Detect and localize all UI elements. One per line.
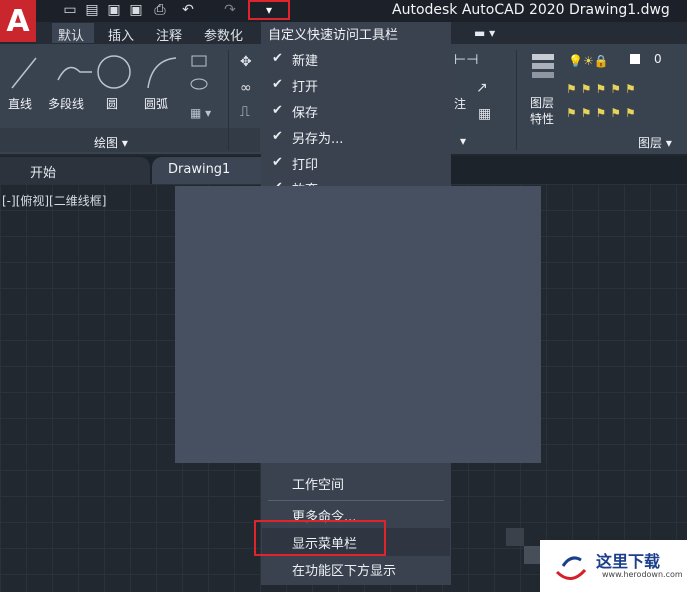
qat-customize-dropdown-button[interactable]: ▾ — [248, 0, 290, 20]
ellipse-tool-icon — [190, 78, 208, 90]
check-icon: ✔ — [272, 77, 283, 92]
hatch-tool-icon[interactable]: ▦ ▾ — [190, 106, 211, 120]
watermark-url: www.herodown.com — [602, 570, 683, 579]
draw-panel-label[interactable]: 绘图 ▾ — [94, 134, 128, 151]
circle-tool-icon — [97, 55, 131, 89]
layer-properties-label-1[interactable]: 图层 — [530, 94, 554, 111]
qat-customize-menu — [261, 22, 451, 194]
check-icon: ✔ — [272, 129, 283, 144]
copy-tool-icon[interactable]: ∞ — [240, 80, 252, 96]
layer-state-icons[interactable]: 💡☀🔒 — [568, 54, 609, 68]
table-icon[interactable]: ▦ — [478, 106, 491, 122]
menu-item-show-below-ribbon[interactable]: 在功能区下方显示 — [292, 560, 396, 579]
annotate-tool-label[interactable]: 注 — [454, 95, 466, 112]
layer-properties-label-2[interactable]: 特性 — [530, 110, 554, 127]
redo-icon[interactable]: ↷ — [222, 2, 238, 18]
dimension-icon[interactable]: ⊢⊣ — [454, 52, 478, 68]
arc-tool-icon — [147, 57, 177, 89]
viewport-controls[interactable]: [-][俯视][二维线框] — [2, 192, 106, 209]
arc-tool-label[interactable]: 圆弧 — [144, 95, 168, 112]
ribbon-separator — [516, 50, 517, 150]
menu-overflow-panel — [175, 186, 541, 463]
line-tool-label[interactable]: 直线 — [8, 95, 32, 112]
layer-properties-icon[interactable] — [526, 50, 560, 84]
tab-options-icon[interactable]: ▬ ▾ — [474, 26, 495, 40]
highlight-box — [254, 520, 386, 556]
menu-item-open[interactable]: 打开 — [292, 76, 318, 95]
open-file-icon[interactable]: ▤ — [84, 2, 100, 18]
autocad-logo-icon[interactable]: A — [0, 0, 36, 42]
menu-title: 自定义快速访问工具栏 — [268, 28, 399, 43]
undo-icon[interactable]: ↶ — [180, 2, 196, 18]
menu-item-save[interactable]: 保存 — [292, 102, 318, 121]
rectangle-tool-icon — [191, 55, 207, 67]
line-tool-icon — [11, 57, 37, 89]
circle-tool-label[interactable]: 圆 — [106, 95, 118, 112]
move-tool-icon[interactable]: ✥ — [240, 54, 252, 70]
check-icon: ✔ — [272, 103, 283, 118]
pixelated-block — [506, 564, 524, 582]
polyline-tool-icon — [57, 66, 92, 81]
stretch-tool-icon[interactable]: ⎍ — [240, 104, 250, 120]
chevron-down-icon: ▾ — [265, 3, 273, 17]
menu-divider — [268, 500, 444, 501]
save-as-icon[interactable]: ▣ — [128, 2, 144, 18]
menu-item-print[interactable]: 打印 — [292, 154, 318, 173]
file-tab-start-label: 开始 — [30, 166, 57, 181]
app-title: Autodesk AutoCAD 2020 Drawing1.dwg — [392, 2, 670, 18]
layer-panel-label[interactable]: 图层 ▾ — [638, 134, 672, 151]
layer-color-swatch — [630, 54, 640, 64]
tab-annotate[interactable]: 注释 — [156, 25, 182, 44]
watermark-logo-icon — [555, 556, 587, 580]
menu-item-workspace[interactable]: 工作空间 — [292, 474, 344, 493]
layer-tools-row-2[interactable]: ⚑⚑⚑⚑⚑ — [566, 106, 640, 120]
file-tab-drawing1-label: Drawing1 — [168, 162, 231, 177]
tab-default[interactable]: 默认 — [58, 25, 84, 44]
annotate-panel-chevron[interactable]: ▾ — [460, 134, 466, 148]
pixelated-block — [506, 528, 524, 546]
draw-tool-icons — [11, 55, 208, 90]
polyline-tool-label[interactable]: 多段线 — [48, 95, 84, 112]
print-icon[interactable]: ⎙ — [152, 2, 168, 18]
tab-parametric[interactable]: 参数化 — [204, 25, 243, 44]
menu-item-save-as[interactable]: 另存为... — [292, 128, 343, 147]
leader-icon[interactable]: ↗ — [476, 80, 488, 96]
menu-item-new[interactable]: 新建 — [292, 50, 318, 69]
layer-tools-row-1[interactable]: ⚑⚑⚑⚑⚑ — [566, 82, 640, 96]
tab-insert[interactable]: 插入 — [108, 25, 134, 44]
ribbon-separator — [228, 50, 229, 150]
new-file-icon[interactable]: ▭ — [62, 2, 78, 18]
check-icon: ✔ — [272, 155, 283, 170]
draw-panel-footer — [0, 128, 260, 152]
current-layer-name[interactable]: 0 — [654, 52, 662, 66]
file-tab-start[interactable] — [0, 157, 150, 184]
save-icon[interactable]: ▣ — [106, 2, 122, 18]
watermark-text: 这里下载 — [596, 552, 661, 571]
check-icon: ✔ — [272, 51, 283, 66]
